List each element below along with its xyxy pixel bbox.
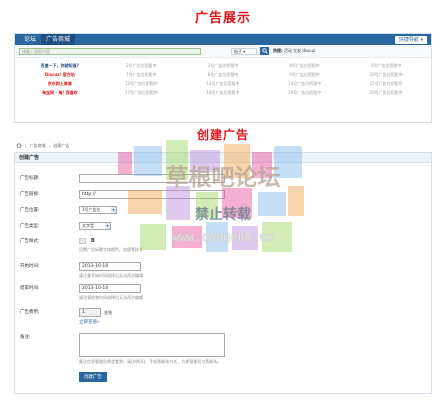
ad-row: Discuz! 官方站 7号广告位招租中 8号广告位招租中 9号广告位招租中 10号广告… (19, 70, 427, 79)
ad-type-label: 广告类型: (20, 224, 40, 229)
ad-slot-vacant[interactable]: 8号广告位招租中 (182, 72, 264, 78)
ad-slot-vacant[interactable]: 13号广告位招租中 (182, 81, 264, 87)
ad-slot-vacant[interactable]: 20号广告位招租中 (345, 90, 427, 96)
ad-slot-vacant[interactable]: 2号广告位招租中 (101, 63, 183, 69)
ad-type-value: 文字型 (82, 223, 94, 228)
quick-nav-button[interactable]: 快捷导航 ▾ (394, 35, 427, 44)
ad-slot-vacant[interactable]: 3号广告位招租中 (182, 63, 264, 69)
fee-unit: 金钱 (104, 309, 112, 315)
ad-slot-vacant[interactable]: 17号广告位招租中 (101, 90, 183, 96)
remark-textarea[interactable] (79, 333, 225, 357)
page-title: 广告展示 (194, 11, 251, 26)
create-ad-title: 创建广告 (196, 128, 249, 142)
end-time-hint: 请注意结束时间选择后无法再次编辑 (79, 295, 143, 300)
color-picker[interactable] (79, 238, 86, 244)
breadcrumb-create-ad: 创建广告 (53, 143, 70, 148)
chevron-down-icon: ▾ (105, 223, 110, 229)
search-bar: 请输入搜索内容 帖子 ▾ 热搜: 活动 交友 discuz (15, 45, 431, 58)
remark-hint: 备注信息管理员将会看到，请注明QQ、手机等联系方式，方便管理员与您联系。 (79, 359, 222, 364)
ad-link-input[interactable]: http:// (79, 190, 225, 199)
hot-search-label: 热搜: (273, 48, 283, 53)
ad-slot-vacant[interactable]: 19号广告位招租中 (264, 90, 346, 96)
start-time-label: 开始时间: (20, 264, 40, 269)
breadcrumb-ad-mall[interactable]: 广告商城 (30, 143, 46, 149)
search-button[interactable] (260, 47, 269, 55)
ad-slot-link[interactable]: Discuz! 官方站 (19, 72, 101, 78)
ad-slot-vacant[interactable]: 18号广告位招租中 (182, 90, 264, 96)
ad-slot-vacant[interactable]: 12号广告位招租中 (101, 81, 183, 87)
end-time-input[interactable]: 2013-10-18 (79, 284, 141, 293)
fee-input[interactable]: 1 (79, 308, 101, 317)
nav-item-ad-mall[interactable]: 广告商城 (41, 34, 76, 45)
start-time-hint: 请注意开始时间选择后无法再次编辑 (79, 273, 143, 278)
search-input[interactable]: 请输入搜索内容 (19, 47, 201, 55)
ad-slot-vacant[interactable]: 14号广告位招租中 (264, 81, 346, 87)
ad-slot-vacant[interactable]: 5号广告位招租中 (345, 63, 427, 69)
end-time-label: 结束时间: (20, 286, 40, 291)
ad-row: 百度一下，你就知道? 2号广告位招租中 3号广告位招租中 4号广告位招租中 5号广告位招… (19, 61, 427, 70)
chevron-down-icon: ▾ (111, 207, 116, 213)
create-ad-panel: 创建广告 广告标题: 广告链接: http:// 广告位置: 1号广告位 ▾ 广… (14, 152, 432, 394)
nav-item-forum[interactable]: 论坛 (19, 34, 41, 45)
hot-search-terms[interactable]: 活动 交友 discuz (284, 48, 315, 53)
hot-search: 热搜: 活动 交友 discuz (273, 48, 315, 54)
ad-row: 淘宝网 - 淘! 我喜欢 17号广告位招租中 18号广告位招租中 19号广告位招租中 2… (19, 88, 427, 97)
ad-slot-vacant[interactable]: 7号广告位招租中 (101, 72, 183, 78)
ad-title-label: 广告标题: (20, 176, 40, 181)
search-icon (261, 48, 268, 54)
search-type-select[interactable]: 帖子 ▾ (231, 47, 257, 55)
ad-slot-link[interactable]: 淘宝网 - 淘! 我喜欢 (19, 90, 101, 96)
forum-preview: 论坛 广告商城 快捷导航 ▾ 请输入搜索内容 帖子 ▾ 热搜: 活动 交友 di… (14, 33, 432, 123)
ad-slot-link[interactable]: 百度一下，你就知道? (19, 63, 101, 69)
ad-slot-vacant[interactable]: 15号广告位招租中 (345, 81, 427, 87)
recharge-link[interactable]: 立即充值» (79, 319, 112, 325)
breadcrumb: › 广告商城 › 创建广告 (16, 143, 72, 149)
ad-slot-vacant[interactable]: 10号广告位招租中 (345, 72, 427, 78)
ad-slot-vacant[interactable]: 9号广告位招租中 (264, 72, 346, 78)
ad-type-select[interactable]: 文字型 ▾ (79, 222, 111, 230)
ad-slot-link[interactable]: 京东网上商城 (19, 81, 101, 87)
ad-row: 京东网上商城 12号广告位招租中 13号广告位招租中 14号广告位招租中 15号广告位招… (19, 79, 427, 88)
start-time-input[interactable]: 2013-10-18 (79, 262, 141, 271)
ad-position-select[interactable]: 1号广告位 ▾ (79, 206, 117, 214)
ad-slot-vacant[interactable]: 4号广告位招租中 (264, 63, 346, 69)
ad-style-label: 广告样式: (20, 239, 40, 244)
ad-grid: 百度一下，你就知道? 2号广告位招租中 3号广告位招租中 4号广告位招租中 5号广告位招… (15, 58, 431, 97)
ad-title-input[interactable] (79, 174, 225, 183)
ad-style-hint: 设置广告标题字体颜色、加粗等样式 (79, 247, 143, 252)
remark-label: 备注: (20, 335, 31, 340)
ad-position-value: 1号广告位 (82, 207, 101, 212)
ad-link-label: 广告链接: (20, 192, 40, 197)
home-icon[interactable] (16, 143, 22, 149)
create-ad-button[interactable]: 创建广告 (79, 372, 107, 382)
ad-position-label: 广告位置: (20, 208, 40, 213)
nav-bar: 论坛 广告商城 快捷导航 ▾ (15, 34, 431, 45)
bold-toggle[interactable]: B (91, 238, 95, 244)
fee-label: 广告费用: (20, 310, 40, 315)
panel-title: 创建广告 (15, 153, 431, 163)
